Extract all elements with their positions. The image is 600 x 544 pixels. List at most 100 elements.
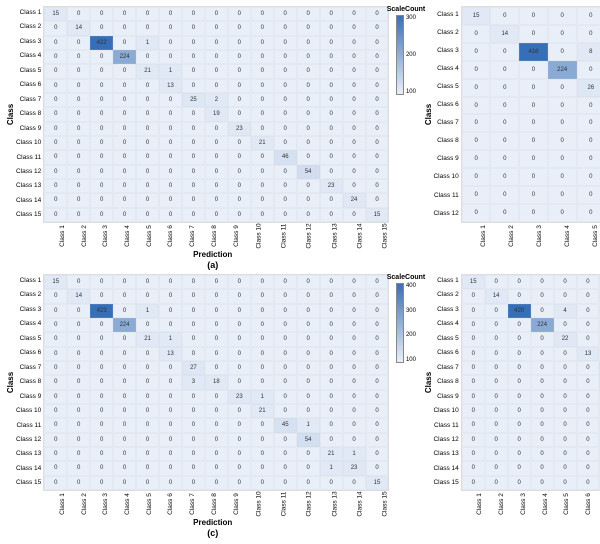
heatmap-cell: 0 [205, 150, 228, 164]
heatmap-cell: 0 [320, 107, 343, 121]
heatmap-cell: 46 [274, 150, 297, 164]
heatmap-cell: 0 [67, 50, 90, 64]
heatmap-cell: 0 [297, 375, 320, 389]
col-label: Class 9 [215, 225, 239, 247]
heatmap-cell: 0 [490, 79, 519, 97]
heatmap-cell: 0 [320, 165, 343, 179]
col-label: Class 14 [340, 223, 364, 248]
row-label: Class 4 [433, 66, 458, 73]
heatmap-cell: 0 [554, 361, 577, 375]
heatmap-cell: 0 [251, 361, 274, 375]
heatmap-cell: 0 [274, 476, 297, 490]
row-label: Class 8 [433, 138, 458, 145]
heatmap-cell: 0 [274, 461, 297, 475]
heatmap-cell: 0 [67, 150, 90, 164]
col-labels: Class 1Class 2Class 3Class 4Class 5Class… [43, 224, 389, 248]
heatmap-cell: 0 [205, 404, 228, 418]
row-label: Class 4 [16, 321, 41, 328]
heatmap-cell: 0 [182, 208, 205, 222]
heatmap-cell: 0 [136, 275, 159, 289]
heatmap-cell: 0 [462, 375, 485, 389]
heatmap-cell: 0 [228, 64, 251, 78]
col-label: Class 9 [215, 493, 239, 515]
heatmap-cell: 0 [228, 93, 251, 107]
heatmap-cell: 0 [67, 361, 90, 375]
chart-grid: ClassClass 1Class 2Class 3Class 4Class 5… [6, 6, 594, 538]
col-label: Class 3 [518, 225, 542, 247]
heatmap-cell: 0 [577, 361, 600, 375]
heatmap-cell: 0 [228, 150, 251, 164]
heatmap-cell: 0 [554, 375, 577, 389]
heatmap-cell: 0 [485, 433, 508, 447]
heatmap-cell: 0 [462, 461, 485, 475]
col-label: Class 1 [462, 225, 486, 247]
heatmap-cell: 0 [343, 64, 366, 78]
heatmap-cell: 0 [67, 404, 90, 418]
heatmap-cell: 0 [485, 347, 508, 361]
heatmap-cell: 0 [366, 150, 389, 164]
heatmap-cell: 0 [274, 318, 297, 332]
heatmap-cell: 0 [44, 332, 67, 346]
heatmap-cell: 0 [343, 390, 366, 404]
heatmap-cell: 0 [67, 36, 90, 50]
row-label: Class 15 [16, 480, 41, 487]
heatmap-cell: 0 [577, 447, 600, 461]
heatmap-cell: 0 [44, 50, 67, 64]
heatmap-cell: 0 [490, 97, 519, 115]
heatmap-cell: 0 [320, 347, 343, 361]
heatmap-cell: 0 [136, 390, 159, 404]
heatmap-cell: 0 [90, 150, 113, 164]
row-label: Class 10 [433, 408, 458, 415]
heatmap-cell: 0 [531, 375, 554, 389]
heatmap-cell: 0 [67, 93, 90, 107]
heatmap-cell: 0 [274, 93, 297, 107]
heatmap-cell: 0 [205, 304, 228, 318]
heatmap-cell: 0 [462, 150, 491, 168]
row-label: Class 1 [433, 12, 458, 19]
heatmap-cell: 0 [274, 50, 297, 64]
heatmap-cell: 0 [320, 136, 343, 150]
heatmap-cell: 0 [297, 347, 320, 361]
heatmap-cell: 0 [577, 168, 600, 186]
heatmap-cell: 0 [182, 476, 205, 490]
heatmap-cell: 0 [251, 150, 274, 164]
row-label: Class 5 [433, 84, 458, 91]
legend-tick: 400 [406, 283, 416, 289]
heatmap-cell: 0 [182, 107, 205, 121]
heatmap-cell: 0 [297, 107, 320, 121]
heatmap-cell: 0 [251, 122, 274, 136]
heatmap-cell: 0 [159, 361, 182, 375]
heatmap-cell: 0 [205, 21, 228, 35]
heatmap-cell: 0 [159, 418, 182, 432]
heatmap-cell: 0 [44, 375, 67, 389]
heatmap-cell: 1 [297, 418, 320, 432]
heatmap-cell: 0 [508, 375, 531, 389]
heatmap-cell: 0 [343, 21, 366, 35]
heatmap-cell: 0 [90, 50, 113, 64]
col-label: Class 3 [85, 493, 109, 515]
heatmap-cell: 0 [297, 179, 320, 193]
heatmap-cell: 0 [67, 332, 90, 346]
col-label: Class 1 [42, 493, 66, 515]
heatmap-cell: 1 [159, 332, 182, 346]
heatmap-cell: 0 [320, 289, 343, 303]
heatmap-cell: 0 [113, 7, 136, 21]
col-label: Class 15 [365, 223, 389, 248]
heatmap-cell: 0 [44, 208, 67, 222]
heatmap-cell: 0 [343, 136, 366, 150]
heatmap-cell: 0 [366, 36, 389, 50]
heatmap-cell: 0 [90, 21, 113, 35]
heatmap-cell: 0 [554, 390, 577, 404]
heatmap-cell: 0 [113, 150, 136, 164]
heatmap-cell: 0 [44, 447, 67, 461]
row-label: Class 11 [16, 423, 41, 430]
heatmap-cell: 0 [228, 461, 251, 475]
heatmap-cell: 0 [251, 79, 274, 93]
heatmap-cell: 0 [136, 50, 159, 64]
heatmap-cell: 0 [462, 204, 491, 222]
heatmap-cell: 0 [228, 208, 251, 222]
row-label: Class 15 [16, 212, 41, 219]
row-label: Class 7 [433, 120, 458, 127]
heatmap-cell: 0 [159, 21, 182, 35]
heatmap-cell: 14 [67, 289, 90, 303]
